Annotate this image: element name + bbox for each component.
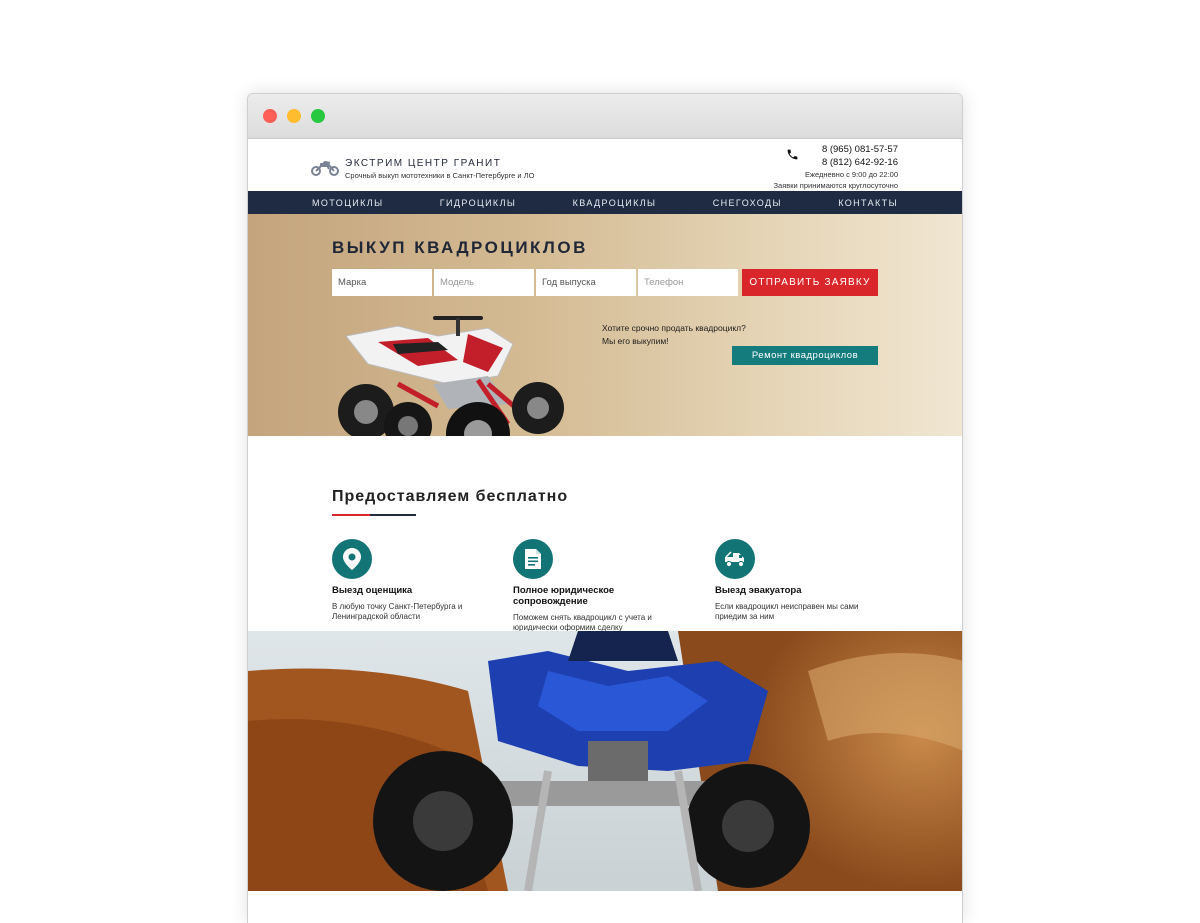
feature-description: Если квадроцикл неисправен мы сами приед… bbox=[715, 602, 859, 621]
site-header: ЭКСТРИМ ЦЕНТР ГРАНИТ Срочный выкуп мотот… bbox=[248, 140, 962, 191]
close-window-button[interactable] bbox=[263, 109, 277, 123]
brand-tagline: Срочный выкуп мототехники в Санкт-Петерб… bbox=[345, 171, 535, 180]
free-title-bold: бесплатно bbox=[475, 488, 569, 505]
document-icon bbox=[513, 539, 553, 579]
phone-number-2[interactable]: 8 (812) 642-92-16 bbox=[774, 156, 898, 169]
submit-request-button[interactable]: ОТПРАВИТЬ ЗАЯВКУ bbox=[742, 269, 878, 296]
repair-quadbikes-button[interactable]: Ремонт квадроциклов bbox=[732, 346, 878, 365]
hero-section: ВЫКУП КВАДРОЦИКЛОВ ОТПРАВИТЬ ЗАЯВКУ Хоти… bbox=[248, 214, 962, 474]
action-photo-illustration bbox=[248, 631, 962, 891]
free-title-light: Предоставляем bbox=[332, 488, 471, 505]
feature-description: Поможем снять квадроцикл с учета и юриди… bbox=[513, 613, 652, 632]
brand-name[interactable]: ЭКСТРИМ ЦЕНТР ГРАНИТ bbox=[345, 158, 501, 169]
brand-input[interactable] bbox=[332, 269, 432, 296]
nav-contacts[interactable]: КОНТАКТЫ bbox=[838, 198, 898, 208]
contact-block: 8 (965) 081-57-57 8 (812) 642-92-16 Ежед… bbox=[774, 143, 899, 191]
tow-truck-icon bbox=[715, 539, 755, 579]
title-underline bbox=[332, 514, 416, 516]
nav-snowmobiles[interactable]: СНЕГОХОДЫ bbox=[713, 198, 782, 208]
nav-motorcycles[interactable]: МОТОЦИКЛЫ bbox=[312, 198, 383, 208]
browser-window: ЭКСТРИМ ЦЕНТР ГРАНИТ Срочный выкуп мотот… bbox=[247, 93, 963, 923]
requests-note: Заявки принимаются круглосуточно bbox=[773, 181, 899, 190]
main-nav: МОТОЦИКЛЫ ГИДРОЦИКЛЫ КВАДРОЦИКЛЫ СНЕГОХО… bbox=[248, 191, 962, 214]
offer-text: Хотите срочно продать квадроцикл? Мы его… bbox=[602, 322, 746, 348]
phone-input[interactable] bbox=[638, 269, 738, 296]
nav-quadbikes[interactable]: КВАДРОЦИКЛЫ bbox=[573, 198, 657, 208]
feature-title: Выезд эвакуатора bbox=[715, 585, 802, 596]
feature-title: Выезд оценщика bbox=[332, 585, 413, 596]
feature-description: В любую точку Санкт-Петербурга и Ленингр… bbox=[332, 602, 463, 621]
feature-legal-support: Полное юридическое сопровождение Поможем… bbox=[513, 539, 683, 633]
quad-bike-action-photo bbox=[248, 631, 962, 891]
motorcycle-logo-icon bbox=[311, 160, 339, 176]
free-services-title: Предоставляем бесплатно bbox=[332, 488, 568, 506]
feature-tow-truck: Выезд эвакуатора Если квадроцикл неиспра… bbox=[715, 539, 885, 622]
offer-line-2: Мы его выкупим! bbox=[602, 336, 669, 346]
browser-titlebar bbox=[248, 94, 962, 139]
model-input[interactable] bbox=[434, 269, 534, 296]
maximize-window-button[interactable] bbox=[311, 109, 325, 123]
phone-number-1[interactable]: 8 (965) 081-57-57 bbox=[774, 143, 898, 156]
year-input[interactable] bbox=[536, 269, 636, 296]
working-hours: Ежедневно с 9:00 до 22:00 bbox=[804, 170, 898, 179]
buyout-form: ОТПРАВИТЬ ЗАЯВКУ bbox=[332, 269, 878, 296]
nav-jetskis[interactable]: ГИДРОЦИКЛЫ bbox=[440, 198, 517, 208]
offer-line-1: Хотите срочно продать квадроцикл? bbox=[602, 323, 746, 333]
website: ЭКСТРИМ ЦЕНТР ГРАНИТ Срочный выкуп мотот… bbox=[248, 140, 962, 677]
feature-appraiser: Выезд оценщика В любую точку Санкт-Петер… bbox=[332, 539, 502, 622]
minimize-window-button[interactable] bbox=[287, 109, 301, 123]
map-pin-icon bbox=[332, 539, 372, 579]
hero-title: ВЫКУП КВАДРОЦИКЛОВ bbox=[332, 238, 588, 257]
feature-title: Полное юридическое сопровождение bbox=[513, 585, 615, 607]
